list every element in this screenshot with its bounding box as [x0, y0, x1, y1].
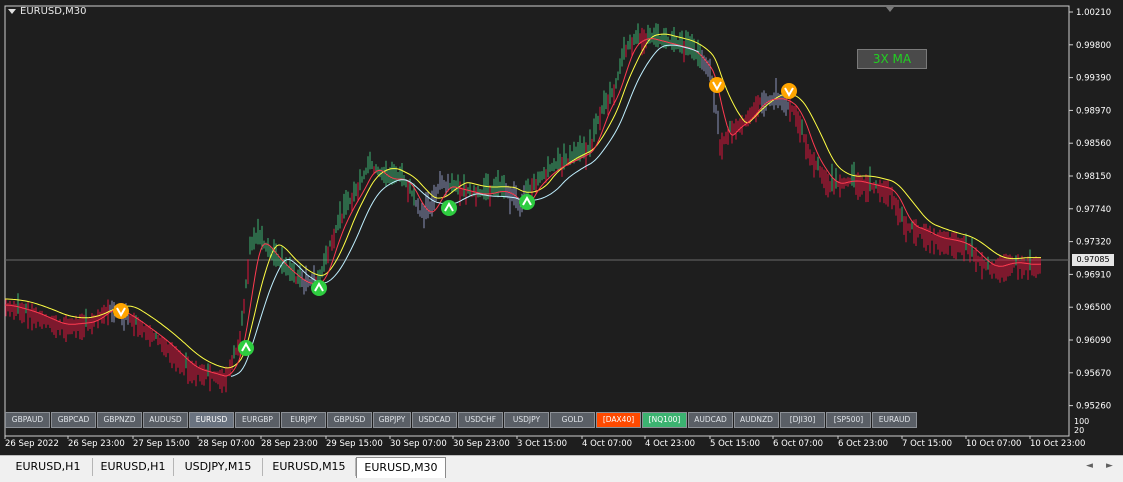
time-label: 4 Oct 23:00	[645, 439, 695, 449]
symbol-timeframe-label: EURUSD,M30	[20, 6, 87, 17]
time-label: 28 Sep 07:00	[198, 439, 255, 449]
current-price-marker: 0.97085	[1072, 254, 1114, 266]
symbol-button-audusd[interactable]: AUDUSD	[143, 412, 188, 428]
price-label: 0.98970	[1076, 106, 1111, 116]
tab-eurusd-m30[interactable]: EURUSD,M30	[356, 457, 446, 478]
time-label: 29 Sep 15:00	[326, 439, 383, 449]
dropdown-triangle-icon[interactable]	[8, 9, 16, 14]
tabs-scroll-left-icon[interactable]: ◄	[1086, 461, 1093, 471]
symbol-button-gold[interactable]: GOLD	[550, 412, 595, 428]
price-label: 0.99390	[1076, 74, 1111, 84]
time-label: 5 Oct 15:00	[710, 439, 760, 449]
symbol-button-nq100[interactable]: [NQ100]	[642, 412, 687, 428]
sell-signal-icon	[781, 83, 797, 99]
symbol-button-eurjpy[interactable]: EURJPY	[281, 412, 326, 428]
tab-eurusd-h1-b[interactable]: EURUSD,H1	[93, 458, 174, 476]
time-label: 30 Sep 23:00	[453, 439, 510, 449]
symbol-button-euraud[interactable]: EURAUD	[872, 412, 917, 428]
price-label: 0.96090	[1076, 336, 1111, 346]
buy-signal-icon	[441, 200, 457, 216]
time-label: 6 Oct 23:00	[838, 439, 888, 449]
volume-scale-bottom: 20	[1074, 426, 1085, 435]
chart-frame	[4, 5, 1070, 437]
tab-eurusd-m15[interactable]: EURUSD,M15	[263, 458, 356, 476]
symbol-button-usdcad[interactable]: USDCAD	[412, 412, 457, 428]
price-label: 0.96910	[1076, 270, 1111, 280]
volume-scale-top: 100	[1074, 417, 1090, 426]
symbol-button-bar: GBPAUD GBPCAD GBPNZD AUDUSD EURUSD EURGBP EURJ…	[5, 412, 917, 428]
time-label: 6 Oct 07:00	[773, 439, 823, 449]
symbol-button-eurgbp[interactable]: EURGBP	[235, 412, 280, 428]
symbol-button-gbpaud[interactable]: GBPAUD	[5, 412, 50, 428]
sell-signal-icon	[113, 303, 129, 319]
sell-signal-icon	[709, 77, 725, 93]
time-label: 4 Oct 07:00	[582, 439, 632, 449]
price-label: 0.96500	[1076, 303, 1111, 313]
price-label: 0.95260	[1076, 402, 1111, 412]
buy-signal-icon	[238, 340, 254, 356]
symbol-button-audcad[interactable]: AUDCAD	[688, 412, 733, 428]
symbol-button-dax40[interactable]: [DAX40]	[596, 412, 641, 428]
buy-signal-icon	[311, 280, 327, 296]
symbol-button-gbpusd[interactable]: GBPUSD	[327, 412, 372, 428]
time-label: 3 Oct 15:00	[517, 439, 567, 449]
time-label: 27 Sep 15:00	[133, 439, 190, 449]
time-label: 10 Oct 07:00	[966, 439, 1021, 449]
time-label: 26 Sep 2022	[5, 439, 59, 449]
indicator-label-3x-ma[interactable]: 3X MA	[857, 49, 927, 69]
price-label: 0.97320	[1076, 238, 1111, 248]
tab-eurusd-h1-a[interactable]: EURUSD,H1	[4, 458, 93, 476]
chart-window[interactable]: 1.00210 0.99800 0.99390 0.98970 0.98560 0.981…	[0, 0, 1123, 455]
symbol-button-sp500[interactable]: [SP500]	[826, 412, 871, 428]
price-label: 0.97740	[1076, 205, 1111, 215]
ma-mid-line	[230, 44, 700, 377]
time-label: 30 Sep 07:00	[390, 439, 447, 449]
symbol-button-gbpjpy[interactable]: GBPJPY	[373, 412, 411, 428]
price-label: 0.95670	[1076, 369, 1111, 379]
buy-signal-icon	[519, 194, 535, 210]
symbol-button-gbpnzd[interactable]: GBPNZD	[97, 412, 142, 428]
chart-symbol-header: EURUSD,M30	[8, 6, 86, 17]
symbol-button-audnzd[interactable]: AUDNZD	[734, 412, 779, 428]
symbol-button-usdjpy[interactable]: USDJPY	[504, 412, 549, 428]
symbol-button-usdchf[interactable]: USDCHF	[458, 412, 503, 428]
chart-tabs-bar: EURUSD,H1 EURUSD,H1 USDJPY,M15 EURUSD,M1…	[0, 455, 1123, 482]
tab-usdjpy-m15[interactable]: USDJPY,M15	[174, 458, 263, 476]
price-label: 0.98150	[1076, 172, 1111, 182]
symbol-button-dji30[interactable]: [DJI30]	[780, 412, 825, 428]
price-label: 0.98560	[1076, 139, 1111, 149]
chart-shift-marker	[886, 7, 894, 12]
tabs-scroll-right-icon[interactable]: ►	[1106, 461, 1113, 471]
symbol-button-eurusd[interactable]: EURUSD	[189, 412, 234, 428]
price-label: 1.00210	[1076, 8, 1111, 18]
symbol-button-gbpcad[interactable]: GBPCAD	[51, 412, 96, 428]
time-label: 26 Sep 23:00	[68, 439, 125, 449]
price-label: 0.99800	[1076, 41, 1111, 51]
time-label: 7 Oct 15:00	[902, 439, 952, 449]
time-label: 28 Sep 23:00	[261, 439, 318, 449]
price-chart[interactable]: 1.00210 0.99800 0.99390 0.98970 0.98560 0.981…	[0, 0, 1123, 455]
time-label: 10 Oct 23:00	[1030, 439, 1085, 449]
